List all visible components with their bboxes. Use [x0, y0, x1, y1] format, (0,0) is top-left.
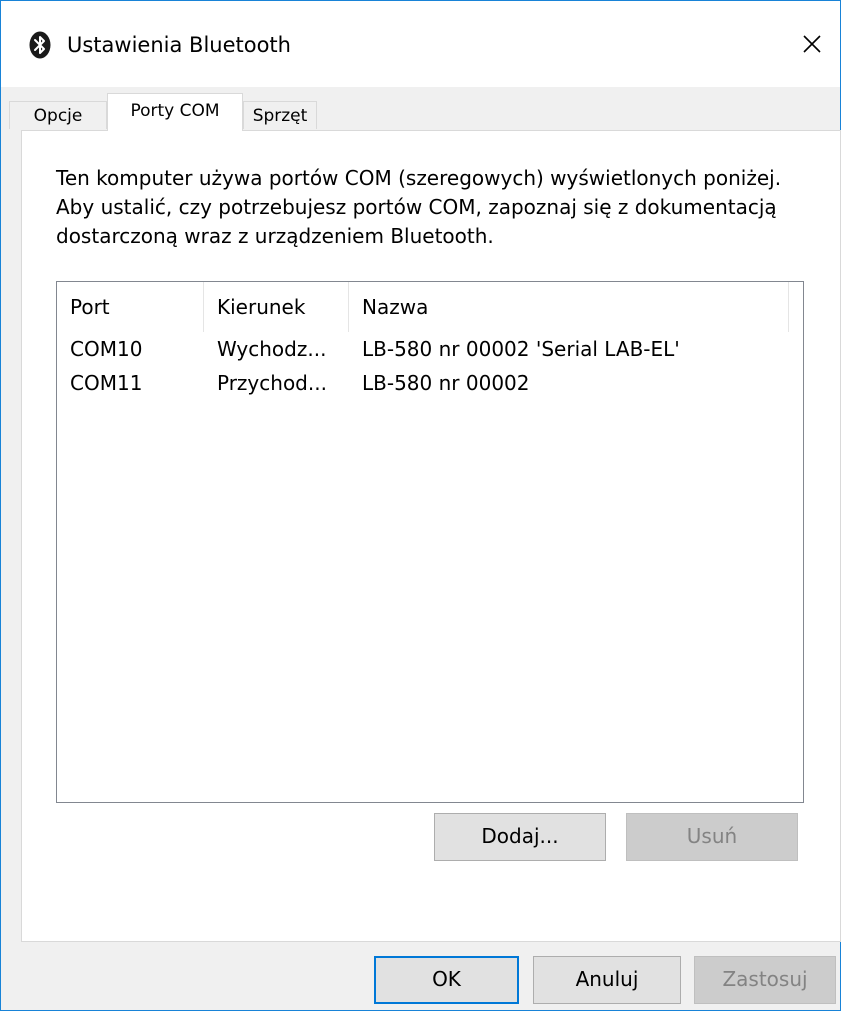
tab-sprzet[interactable]: Sprzęt: [243, 101, 317, 129]
close-icon: [802, 34, 822, 54]
title-bar[interactable]: Ustawienia Bluetooth: [1, 1, 840, 87]
port-cell: COM10: [70, 337, 143, 361]
column-header-direction[interactable]: Kierunek: [204, 282, 349, 332]
close-button[interactable]: [784, 1, 840, 87]
apply-button[interactable]: Zastosuj: [694, 956, 836, 1004]
bluetooth-icon: [29, 31, 51, 59]
port-cell: COM11: [70, 371, 143, 395]
com-ports-list[interactable]: Port Kierunek Nazwa COM10 Wychodz... LB-…: [56, 281, 804, 803]
description-text: Ten komputer używa portów COM (szeregowy…: [56, 166, 782, 248]
direction-cell: Przychod...: [217, 371, 327, 395]
bluetooth-settings-dialog: Ustawienia Bluetooth Opcje Porty COM Spr…: [0, 0, 841, 1011]
ok-button[interactable]: OK: [374, 956, 519, 1004]
tab-porty-com[interactable]: Porty COM: [107, 93, 243, 131]
table-row[interactable]: COM10 Wychodz... LB-580 nr 00002 'Serial…: [57, 332, 803, 366]
name-cell: LB-580 nr 00002 'Serial LAB-EL': [362, 337, 680, 361]
column-header-port[interactable]: Port: [57, 282, 204, 332]
tab-opcje[interactable]: Opcje: [9, 101, 107, 129]
porty-com-panel: Ten komputer używa portów COM (szeregowy…: [21, 130, 841, 942]
table-row[interactable]: COM11 Przychod... LB-580 nr 00002: [57, 366, 803, 400]
add-port-button[interactable]: Dodaj...: [434, 813, 606, 861]
remove-port-button[interactable]: Usuń: [626, 813, 798, 861]
cancel-button[interactable]: Anuluj: [533, 956, 681, 1004]
window-title: Ustawienia Bluetooth: [67, 33, 291, 57]
name-cell: LB-580 nr 00002: [362, 371, 530, 395]
direction-cell: Wychodz...: [217, 337, 327, 361]
list-header: Port Kierunek Nazwa: [57, 282, 803, 332]
column-header-name[interactable]: Nazwa: [349, 282, 789, 332]
